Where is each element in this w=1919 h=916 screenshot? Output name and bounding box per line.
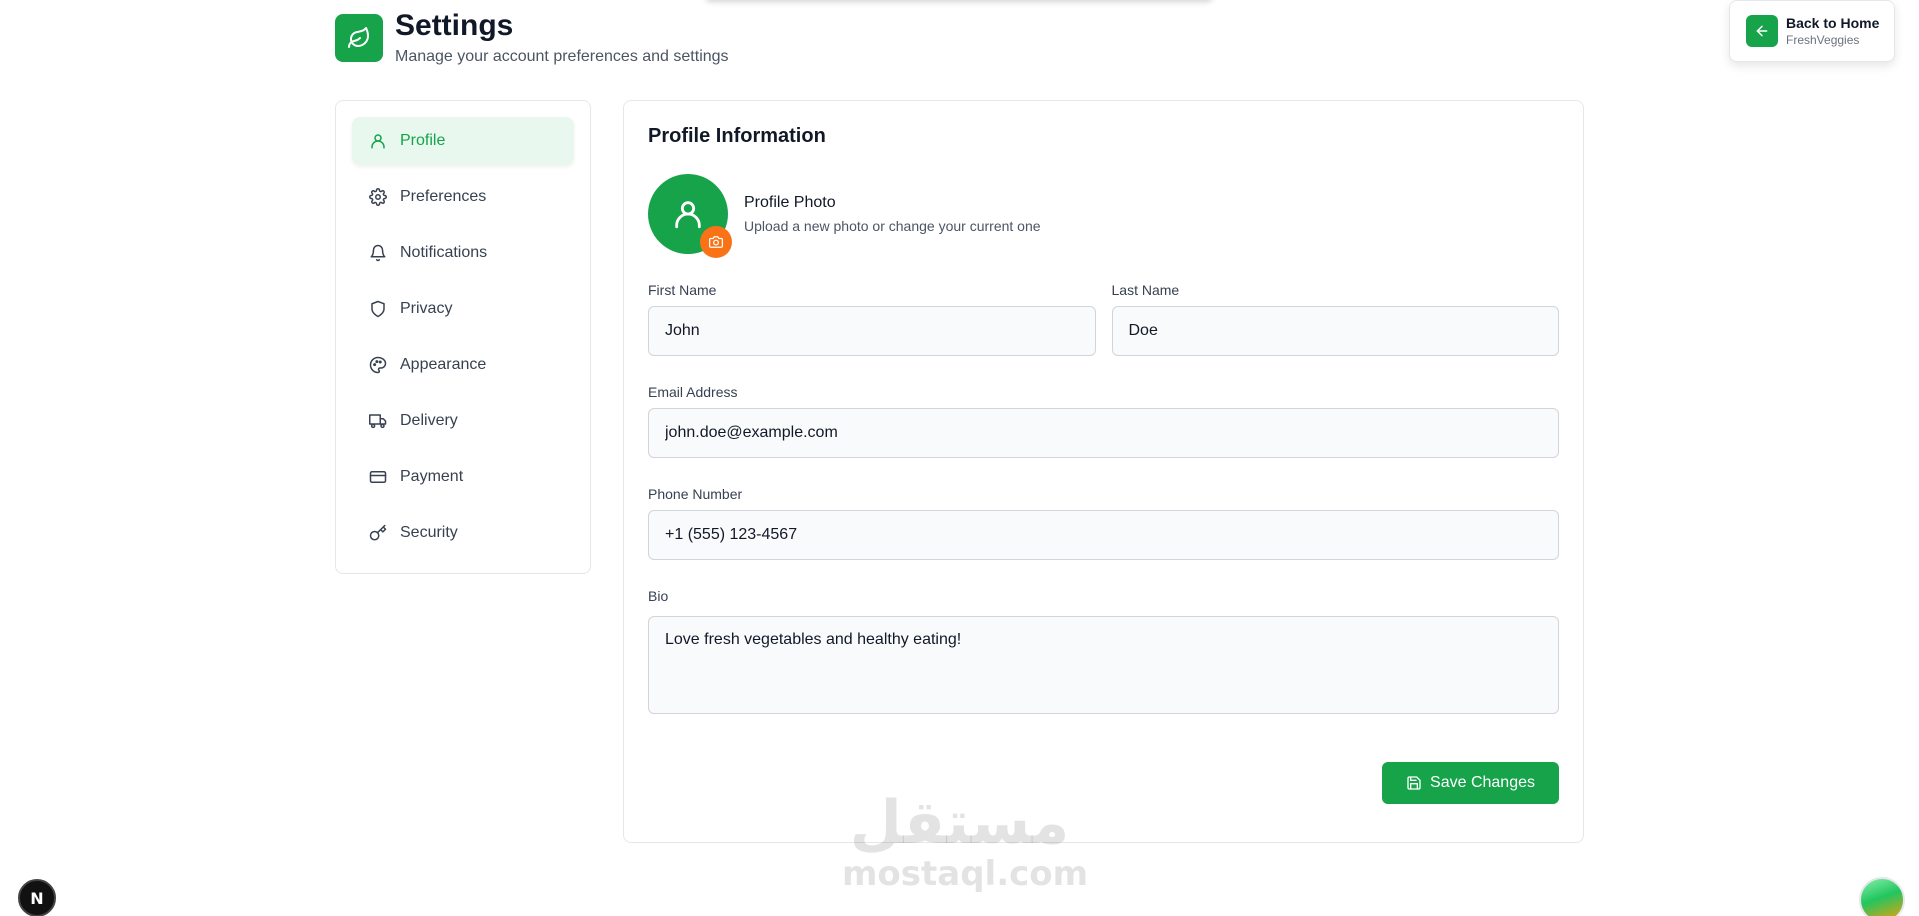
palette-icon	[368, 355, 388, 375]
change-photo-button[interactable]	[700, 226, 732, 258]
save-button-label: Save Changes	[1430, 774, 1535, 791]
profile-photo-subtitle: Upload a new photo or change your curren…	[744, 218, 1041, 234]
profile-photo-row: Profile Photo Upload a new photo or chan…	[648, 174, 1559, 258]
arrow-left-icon	[1756, 25, 1768, 37]
phone-label: Phone Number	[648, 486, 743, 502]
watermark: مستقل mostaql.com	[842, 788, 1089, 894]
back-to-home-card[interactable]: Back to Home FreshVeggies	[1729, 0, 1895, 62]
settings-sidebar: Profile Preferences Notifications Privac…	[335, 100, 591, 574]
page-header: Settings Manage your account preferences…	[335, 10, 729, 66]
email-label: Email Address	[648, 384, 738, 400]
corner-avatar[interactable]	[1859, 877, 1905, 916]
user-icon	[675, 201, 701, 229]
email-group: Email Address	[648, 384, 1559, 458]
back-to-home-label: Back to Home	[1786, 15, 1880, 31]
watermark-latin: mostaql.com	[842, 854, 1089, 894]
sidebar-item-label: Payment	[400, 468, 464, 485]
profile-photo-title: Profile Photo	[744, 194, 836, 211]
sidebar-item-delivery[interactable]: Delivery	[352, 397, 574, 445]
section-title: Profile Information	[648, 125, 826, 147]
page-subtitle: Manage your account preferences and sett…	[395, 48, 729, 65]
app-logo	[335, 14, 383, 62]
avatar	[648, 174, 732, 258]
sidebar-item-payment[interactable]: Payment	[352, 453, 574, 501]
camera-icon	[709, 236, 723, 248]
credit-card-icon	[368, 467, 388, 487]
save-button[interactable]: Save Changes	[1382, 762, 1559, 804]
first-name-label: First Name	[648, 282, 717, 298]
dev-badge-letter: N	[30, 888, 44, 908]
sidebar-item-label: Profile	[400, 132, 446, 149]
sidebar-item-notifications[interactable]: Notifications	[352, 229, 574, 277]
sidebar-item-label: Preferences	[400, 188, 487, 205]
sidebar-item-security[interactable]: Security	[352, 509, 574, 557]
dev-tools-badge[interactable]: N	[18, 879, 56, 916]
sidebar-item-label: Delivery	[400, 412, 458, 429]
email-field[interactable]	[648, 408, 1559, 458]
shield-icon	[368, 299, 388, 319]
sidebar-item-appearance[interactable]: Appearance	[352, 341, 574, 389]
bio-group: Bio Love fresh vegetables and healthy ea…	[648, 588, 1559, 714]
brand-name: FreshVeggies	[1786, 33, 1860, 47]
last-name-field[interactable]	[1111, 306, 1559, 356]
sidebar-item-profile[interactable]: Profile	[352, 117, 574, 165]
profile-panel: Profile Information Profile Photo Upload…	[623, 100, 1584, 843]
save-icon	[1407, 776, 1421, 790]
first-name-field[interactable]	[648, 306, 1096, 356]
gear-icon	[368, 187, 388, 207]
key-icon	[368, 523, 388, 543]
leaf-icon	[348, 27, 369, 48]
bio-field[interactable]: Love fresh vegetables and healthy eating…	[648, 616, 1559, 714]
bio-label: Bio	[648, 588, 669, 604]
sidebar-item-label: Privacy	[400, 300, 453, 317]
back-button[interactable]	[1746, 15, 1778, 47]
phone-group: Phone Number	[648, 486, 1559, 560]
sidebar-item-label: Notifications	[400, 244, 488, 261]
phone-field[interactable]	[648, 510, 1559, 560]
sidebar-item-preferences[interactable]: Preferences	[352, 173, 574, 221]
user-icon	[368, 131, 388, 151]
sidebar-item-label: Appearance	[400, 356, 487, 373]
page-title: Settings	[395, 9, 514, 42]
bell-icon	[368, 243, 388, 263]
watermark-arabic: مستقل	[849, 788, 1070, 858]
last-name-label: Last Name	[1111, 282, 1180, 298]
sidebar-item-privacy[interactable]: Privacy	[352, 285, 574, 333]
truck-icon	[368, 411, 388, 431]
name-row: First Name Last Name	[648, 282, 1559, 356]
sidebar-item-label: Security	[400, 524, 458, 541]
